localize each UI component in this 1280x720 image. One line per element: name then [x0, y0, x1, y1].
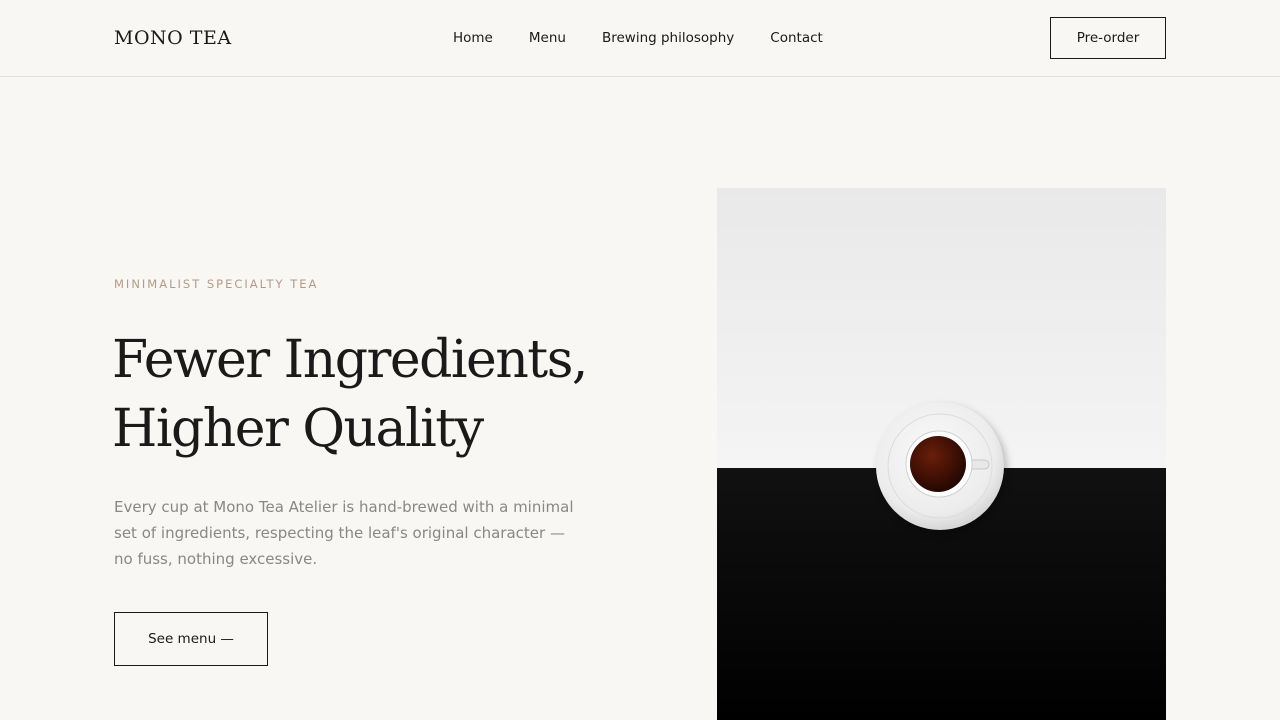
hero-title-line-1: Fewer Ingredients, [112, 330, 588, 390]
nav-link-home[interactable]: Home [453, 30, 493, 46]
nav-link-brewing-philosophy[interactable]: Brewing philosophy [602, 30, 734, 46]
nav-link-contact[interactable]: Contact [770, 30, 823, 46]
hero-tea-cup-image [717, 188, 1166, 720]
hero-eyebrow: MINIMALIST SPECIALTY TEA [114, 277, 319, 291]
tea [910, 436, 966, 492]
main-nav: Home Menu Brewing philosophy Contact [453, 30, 823, 46]
preorder-button[interactable]: Pre-order [1050, 17, 1166, 59]
see-menu-button[interactable]: See menu — [114, 612, 268, 666]
site-header: MONO TEA Home Menu Brewing philosophy Co… [0, 0, 1280, 77]
hero-title: Fewer Ingredients, Higher Quality [112, 326, 632, 464]
hero-description: Every cup at Mono Tea Atelier is hand-br… [114, 498, 574, 568]
hero-title-line-2: Higher Quality [112, 399, 484, 459]
nav-link-menu[interactable]: Menu [529, 30, 566, 46]
brand-logo[interactable]: MONO TEA [114, 27, 232, 49]
